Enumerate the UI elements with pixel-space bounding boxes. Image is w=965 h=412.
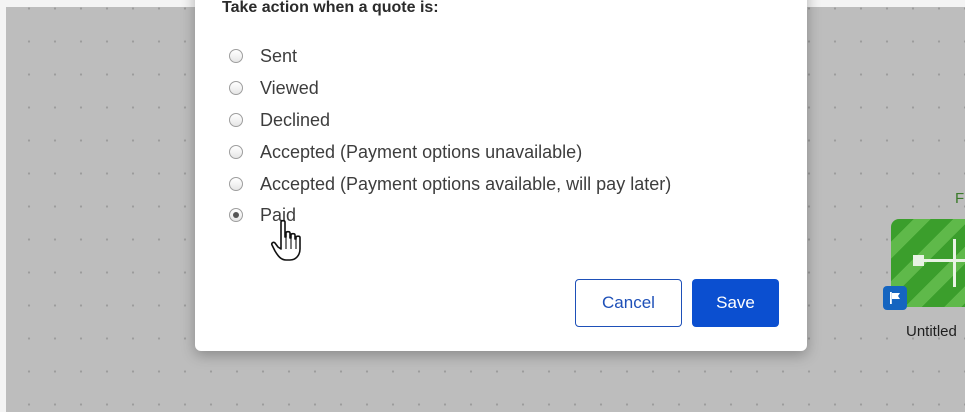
node-name-label: Untitled bbox=[906, 323, 957, 340]
option-declined[interactable]: Declined bbox=[229, 106, 330, 134]
option-viewed[interactable]: Viewed bbox=[229, 74, 319, 102]
option-sent[interactable]: Sent bbox=[229, 42, 297, 70]
radio-viewed[interactable] bbox=[229, 81, 243, 95]
option-label: Viewed bbox=[260, 77, 319, 98]
option-label: Paid bbox=[260, 204, 297, 225]
cancel-button[interactable]: Cancel bbox=[575, 279, 682, 327]
save-button[interactable]: Save bbox=[692, 279, 779, 327]
radio-accepted-unavailable[interactable] bbox=[229, 145, 243, 159]
radio-declined[interactable] bbox=[229, 113, 243, 127]
radio-accepted-pay-later[interactable] bbox=[229, 177, 243, 191]
option-accepted-pay-later[interactable]: Accepted (Payment options available, wil… bbox=[229, 170, 671, 198]
option-label: Declined bbox=[260, 109, 331, 130]
node-group-label: F bbox=[955, 190, 965, 207]
node-connector-icon bbox=[919, 259, 965, 262]
option-paid[interactable]: Paid bbox=[229, 201, 296, 229]
option-label: Accepted (Payment options unavailable) bbox=[260, 141, 583, 162]
node-branch-icon bbox=[953, 239, 956, 287]
flag-icon bbox=[883, 286, 907, 310]
radio-paid[interactable] bbox=[229, 208, 243, 222]
option-accepted-unavailable[interactable]: Accepted (Payment options unavailable) bbox=[229, 138, 582, 166]
option-label: Sent bbox=[260, 45, 298, 66]
option-label: Accepted (Payment options available, wil… bbox=[260, 173, 672, 194]
trigger-settings-dialog: Take action when a quote is: Sent Viewed… bbox=[195, 0, 807, 351]
radio-sent[interactable] bbox=[229, 49, 243, 63]
dialog-title: Take action when a quote is: bbox=[222, 0, 439, 16]
node-handle-icon bbox=[913, 255, 924, 266]
